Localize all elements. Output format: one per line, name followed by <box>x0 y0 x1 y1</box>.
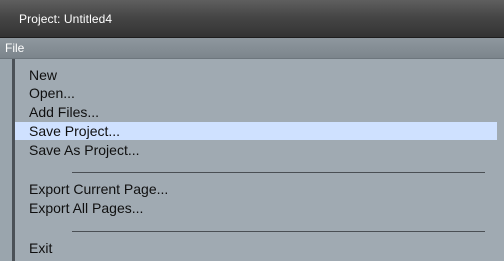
menu-item-export-current-page[interactable]: Export Current Page... <box>15 180 497 198</box>
menu-separator <box>72 231 485 232</box>
menu-item-exit[interactable]: Exit <box>15 239 497 257</box>
menu-bar: File <box>0 38 504 59</box>
menu-item-add-files[interactable]: Add Files... <box>15 103 497 121</box>
menu-item-open[interactable]: Open... <box>15 84 497 102</box>
menu-item-save-as-project[interactable]: Save As Project... <box>15 141 497 159</box>
window-title: Project: Untitled4 <box>19 12 113 26</box>
menu-separator <box>72 172 485 173</box>
title-bar[interactable]: Project: Untitled4 <box>0 0 504 38</box>
menu-item-export-all-pages[interactable]: Export All Pages... <box>15 199 497 217</box>
app-window: Project: Untitled4 File New Open... Add … <box>0 0 504 261</box>
menu-item-save-project[interactable]: Save Project... <box>15 122 497 140</box>
menu-file[interactable]: File <box>5 41 24 55</box>
menu-item-new[interactable]: New <box>15 66 497 84</box>
